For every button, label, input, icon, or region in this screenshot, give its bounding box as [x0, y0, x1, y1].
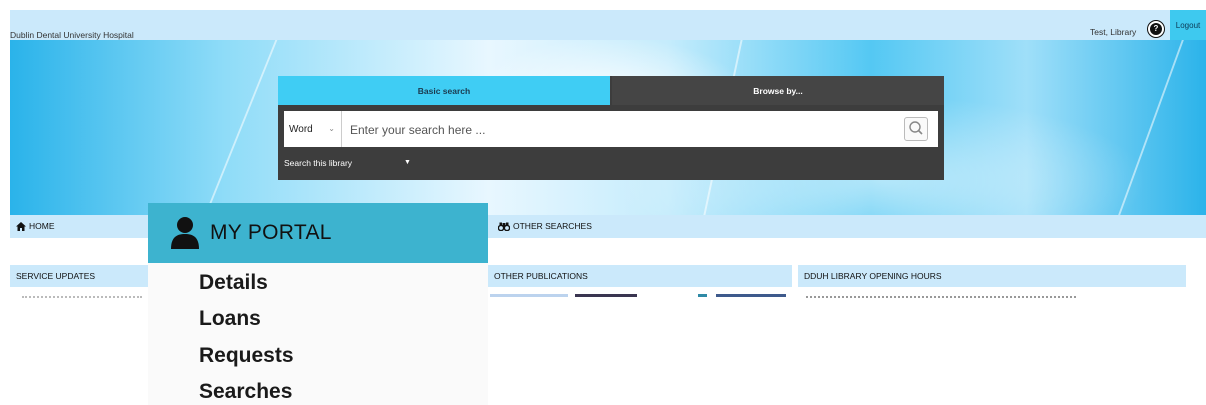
user-name[interactable]: Test, Library [1090, 27, 1136, 37]
search-button[interactable] [904, 117, 928, 141]
tab-browse-by[interactable]: Browse by... [612, 76, 944, 105]
publication-thumbnail[interactable] [575, 294, 637, 297]
user-icon [171, 217, 199, 249]
search-field-select[interactable]: Word ⌄ [284, 111, 342, 147]
search-panel: Basic search Browse by... Word ⌄ Search … [278, 76, 944, 180]
help-button[interactable]: ? [1147, 20, 1165, 38]
other-publications-heading: OTHER PUBLICATIONS [488, 265, 792, 287]
search-field-value: Word [289, 123, 313, 135]
publication-thumbnail[interactable] [490, 294, 568, 297]
nav-other-searches[interactable]: OTHER SEARCHES [498, 221, 592, 231]
opening-hours-heading: DDUH LIBRARY OPENING HOURS [798, 265, 1186, 287]
hospital-name: Dublin Dental University Hospital [10, 30, 134, 40]
binoculars-icon [498, 222, 510, 231]
my-portal-menu: MY PORTAL Details Loans Requests Searche… [148, 203, 488, 405]
search-input[interactable] [348, 119, 892, 141]
chevron-down-icon: ⌄ [328, 124, 335, 133]
portal-item-details[interactable]: Details [199, 271, 268, 295]
light-ray [1118, 40, 1184, 215]
top-bar [10, 10, 1206, 40]
search-scope-dropdown[interactable]: Search this library [284, 158, 352, 168]
portal-item-requests[interactable]: Requests [199, 344, 294, 368]
question-circle-icon: ? [1150, 23, 1162, 35]
service-updates-heading: SERVICE UPDATES [10, 265, 150, 287]
search-row: Word ⌄ [284, 111, 938, 147]
service-updates-text-fragment [10, 287, 148, 299]
my-portal-header[interactable]: MY PORTAL [148, 203, 488, 263]
nav-home-label: HOME [29, 221, 55, 231]
my-portal-title: MY PORTAL [210, 221, 332, 244]
home-icon [16, 221, 26, 231]
magnifier-icon [909, 121, 923, 135]
portal-item-searches[interactable]: Searches [199, 380, 292, 404]
opening-hours-text-fragment [806, 296, 1076, 300]
publication-thumbnail[interactable] [716, 294, 786, 297]
light-ray [204, 40, 278, 215]
caret-down-icon: ▼ [404, 159, 411, 166]
my-portal-items: Details Loans Requests Searches [148, 263, 488, 405]
nav-other-searches-label: OTHER SEARCHES [513, 221, 592, 231]
nav-home[interactable]: HOME [16, 221, 55, 231]
portal-item-loans[interactable]: Loans [199, 307, 261, 331]
logout-button[interactable]: Logout [1170, 10, 1206, 40]
publication-thumbnail[interactable] [698, 294, 707, 297]
tab-basic-search[interactable]: Basic search [278, 76, 610, 105]
